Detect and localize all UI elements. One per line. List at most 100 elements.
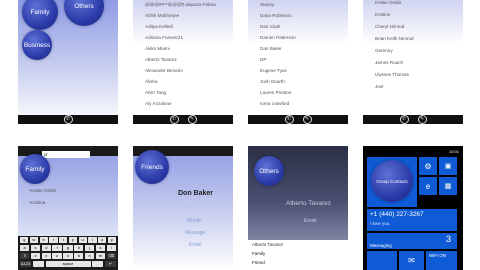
edit-icon[interactable]: ✎: [187, 115, 197, 124]
group-bubble-others[interactable]: Others: [254, 156, 284, 186]
search-result[interactable]: Kristie Orsbir: [30, 188, 57, 193]
keyboard-key[interactable]: b: [74, 253, 84, 259]
keyboard-key[interactable]: &123: [20, 261, 32, 267]
keyboard-key[interactable]: c: [52, 253, 62, 259]
contact-list-item[interactable]: Josh Dearth: [260, 79, 285, 84]
contact-list-item[interactable]: Cheryl Nimrod: [375, 24, 404, 29]
contact-list-item[interactable]: Eugene Tyus: [260, 68, 287, 73]
keyboard-key[interactable]: j: [84, 245, 95, 251]
keyboard-key[interactable]: a: [20, 245, 30, 251]
tile-store[interactable]: ▣: [439, 157, 457, 175]
keyboard-key[interactable]: p: [107, 237, 116, 243]
tile-browser[interactable]: e: [419, 177, 437, 195]
keyboard-key[interactable]: d: [41, 245, 51, 251]
phone-icon[interactable]: ✆: [399, 115, 409, 124]
tile-wifi[interactable]: WiFi ON: [426, 251, 457, 270]
contact-list-item[interactable]: Gerenny: [375, 48, 393, 53]
tile-calculator[interactable]: ▦: [439, 177, 457, 195]
keyboard-key[interactable]: g: [63, 245, 73, 251]
keyboard-key[interactable]: o: [98, 237, 107, 243]
picker-option-family[interactable]: Family: [252, 251, 265, 256]
search-input[interactable]: cr: [42, 151, 90, 158]
keyboard: q w e r t y u i o p a s d f g h j k l ⇧ z x c v b n m ⌫ &123, space. ↵: [18, 236, 118, 270]
contact-list-item[interactable]: @@@##**@@@¶ alqueza Palma: [145, 2, 216, 7]
app-bar: ✆: [18, 115, 118, 124]
contact-list-item[interactable]: Brian Keith Nimrod: [375, 36, 414, 41]
keyboard-key[interactable]: h: [74, 245, 84, 251]
contact-list-item[interactable]: Alisha: [145, 79, 158, 84]
contact-list-item[interactable]: Kristine: [375, 12, 390, 17]
contact-list-item[interactable]: Ulysses Thomas: [375, 72, 409, 77]
keyboard-key[interactable]: z: [30, 253, 41, 259]
edit-icon[interactable]: ✎: [302, 115, 312, 124]
option-email[interactable]: Email: [189, 242, 202, 248]
contact-list-item[interactable]: Iorna crawford: [260, 101, 289, 106]
keyboard-key[interactable]: .: [92, 261, 104, 267]
keyboard-key[interactable]: l: [106, 245, 116, 251]
keyboard-key[interactable]: n: [84, 253, 95, 259]
tile-people[interactable]: [367, 251, 397, 270]
search-result[interactable]: Kristina: [30, 200, 45, 205]
keyboard-key[interactable]: v: [63, 253, 73, 259]
contact-list-item[interactable]: Alberto Tavarez: [145, 57, 177, 62]
keyboard-key[interactable]: x: [41, 253, 51, 259]
contact-list-item[interactable]: Kristie Orsbir: [375, 0, 402, 5]
contact-list-item[interactable]: Aditya Kelledi: [145, 24, 173, 29]
keyboard-key[interactable]: k: [95, 245, 106, 251]
keyboard-key[interactable]: ⇧: [20, 253, 30, 259]
keyboard-key[interactable]: ,: [32, 261, 44, 267]
keyboard-key[interactable]: t: [59, 237, 68, 243]
contact-list-item[interactable]: James Roach: [375, 60, 403, 65]
picker-option-friend[interactable]: Friend: [252, 260, 265, 265]
contact-list-item[interactable]: Lauren Preston: [260, 90, 291, 95]
contact-list-item[interactable]: Aly Anzalone: [145, 101, 172, 106]
group-bubble-family[interactable]: Family: [20, 154, 50, 184]
phone-icon[interactable]: ✆: [169, 115, 179, 124]
keyboard-key[interactable]: r: [49, 237, 58, 243]
contact-list-item[interactable]: Damen Patterson: [260, 35, 296, 40]
option-message[interactable]: Message: [185, 230, 205, 236]
tile-message: I love you.: [370, 221, 391, 226]
keyboard-key[interactable]: u: [78, 237, 87, 243]
tile-contact[interactable]: +1 (440) 227-3267 I love you.: [367, 209, 457, 231]
contact-list-item[interactable]: Dan Clark: [260, 24, 280, 29]
contact-list-item[interactable]: Dana Robinson: [260, 13, 292, 18]
contact-list-item[interactable]: Abhik Mukherjee: [145, 13, 179, 18]
option-email[interactable]: Email: [304, 218, 317, 224]
keyboard-key[interactable]: ⌫: [106, 253, 116, 259]
contact-list-item[interactable]: Dan Baker: [260, 46, 282, 51]
messaging-label: Messaging: [370, 243, 392, 248]
keyboard-key[interactable]: m: [95, 253, 106, 259]
contact-list-item[interactable]: Alexander Benario: [145, 68, 183, 73]
tile-settings[interactable]: ⚙: [419, 157, 437, 175]
clock: 10:01: [448, 148, 459, 154]
keyboard-key[interactable]: ↵: [104, 261, 116, 267]
keyboard-key[interactable]: q: [20, 237, 29, 243]
screen-contacts-d: Stacey Dana Robinson Dan Clark Damen Patter…: [248, 0, 348, 124]
contact-list-item[interactable]: Adriana Forever21: [145, 35, 183, 40]
phone-icon[interactable]: ✆: [284, 115, 294, 124]
option-mobile[interactable]: Mobile: [187, 218, 202, 224]
group-bubble-friends[interactable]: Friends: [135, 150, 169, 184]
contact-list-item[interactable]: Alvin Tang: [145, 90, 166, 95]
group-bubble-others[interactable]: Others: [64, 0, 104, 26]
contact-list-item[interactable]: Akiko Miami: [145, 46, 170, 51]
edit-icon[interactable]: ✎: [417, 115, 427, 124]
contact-list-item[interactable]: Joel: [375, 84, 383, 89]
keyboard-key[interactable]: s: [30, 245, 41, 251]
group-bubble-business[interactable]: Business: [22, 30, 52, 60]
contact-list-item[interactable]: DP: [260, 57, 266, 62]
group-bubble-family[interactable]: Family: [22, 0, 58, 30]
phone-icon[interactable]: ✆: [63, 115, 73, 124]
keyboard-key[interactable]: e: [39, 237, 48, 243]
keyboard-key[interactable]: i: [88, 237, 97, 243]
keyboard-key[interactable]: f: [52, 245, 62, 251]
keyboard-key[interactable]: y: [68, 237, 77, 243]
tile-messaging[interactable]: Messaging 3: [367, 233, 457, 249]
keyboard-key[interactable]: space: [45, 261, 91, 267]
keyboard-key[interactable]: w: [29, 237, 38, 243]
tile-mail[interactable]: ✉: [399, 251, 424, 270]
contact-list-item[interactable]: Stacey: [260, 2, 274, 7]
tile-group-contacts[interactable]: Group Contacts: [367, 157, 417, 207]
search-text: cr: [44, 152, 48, 157]
